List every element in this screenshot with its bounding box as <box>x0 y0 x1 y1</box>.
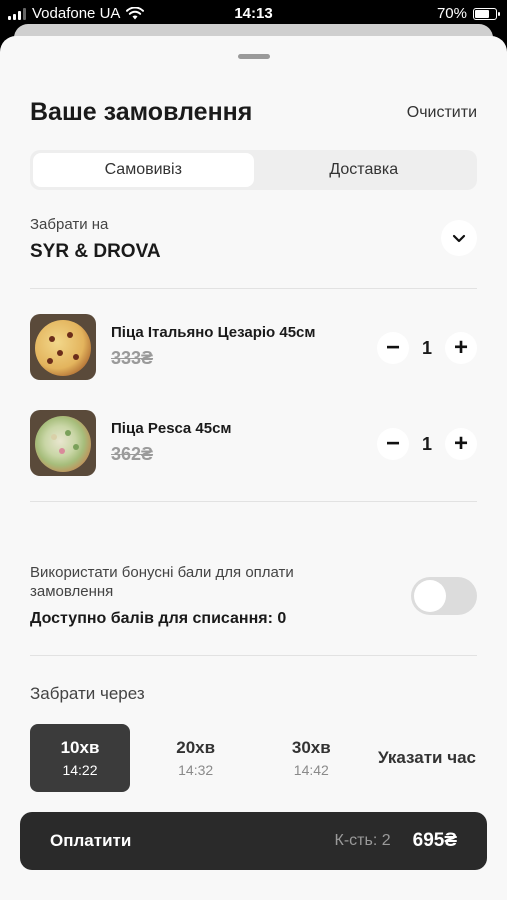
tab-pickup[interactable]: Самовивіз <box>33 153 254 187</box>
pay-label: Оплатити <box>50 831 132 850</box>
item-quantity: 1 <box>421 337 432 358</box>
time-option-10[interactable]: 10хв 14:22 <box>30 724 130 792</box>
time-option-30[interactable]: 30хв 14:42 <box>261 724 361 792</box>
status-time: 14:13 <box>234 5 273 22</box>
pickup-time-label: Забрати через <box>30 684 145 703</box>
bonus-available: Доступно балів для списання: 0 <box>30 610 287 627</box>
sheet-grabber[interactable] <box>238 54 270 59</box>
divider <box>30 655 477 656</box>
quantity-stepper: − 1 + <box>377 332 477 364</box>
pickup-label: Забрати на <box>30 216 109 233</box>
pickup-time-options: 10хв 14:22 20хв 14:32 30хв 14:42 Указати… <box>30 724 477 792</box>
pizza-italiano-image <box>30 314 96 380</box>
time-option-label: 20хв <box>176 738 216 757</box>
cart-item: Піца Італьяно Цезаріо 45см 333₴ − 1 + <box>30 314 477 380</box>
page-title: Ваше замовлення <box>30 98 253 126</box>
increase-button[interactable]: + <box>445 428 477 460</box>
item-price: 362₴ <box>111 444 154 464</box>
header: Ваше замовлення Очистити <box>30 98 477 127</box>
divider <box>30 288 477 289</box>
pizza-pesca-image <box>30 410 96 476</box>
item-quantity: 1 <box>421 433 432 454</box>
order-count: К-сть: 2 <box>334 832 391 849</box>
item-price: 333₴ <box>111 348 154 368</box>
increase-button[interactable]: + <box>445 332 477 364</box>
cart-item: Піца Pesca 45см 362₴ − 1 + <box>30 410 477 476</box>
battery-percent: 70% <box>436 5 467 22</box>
chevron-down-icon <box>452 234 466 242</box>
decrease-button[interactable]: − <box>377 428 409 460</box>
time-option-clock: 14:32 <box>178 762 214 778</box>
battery-fill <box>475 9 489 18</box>
pickup-dropdown-button[interactable] <box>441 220 477 256</box>
time-option-label: 10хв <box>60 738 100 757</box>
time-option-clock: 14:22 <box>62 762 98 778</box>
pay-button[interactable]: Оплатити К-сть: 2 695₴ <box>20 812 487 870</box>
status-right: 70% <box>436 5 500 22</box>
toggle-knob <box>414 580 446 612</box>
battery-icon <box>473 7 500 20</box>
order-total: 695₴ <box>412 830 457 851</box>
divider <box>30 501 477 502</box>
time-option-label: Указати час <box>377 748 476 767</box>
decrease-button[interactable]: − <box>377 332 409 364</box>
order-sheet: Ваше замовлення Очистити Самовивіз Доста… <box>0 36 507 900</box>
pickup-place: SYR & DROVA <box>30 241 161 262</box>
quantity-stepper: − 1 + <box>377 428 477 460</box>
time-option-clock: 14:42 <box>293 762 329 778</box>
bonus-description: Використати бонусні бали для оплати замо… <box>30 564 294 600</box>
time-option-label: 30хв <box>291 738 331 757</box>
bonus-toggle[interactable] <box>411 577 477 615</box>
item-name: Піца Італьяно Цезаріо 45см <box>111 324 316 341</box>
time-option-20[interactable]: 20хв 14:32 <box>146 724 246 792</box>
delivery-mode-tabs: Самовивіз Доставка <box>30 150 477 190</box>
tab-delivery[interactable]: Доставка <box>254 153 475 187</box>
time-option-custom[interactable]: Указати час <box>377 724 477 792</box>
item-name: Піца Pesca 45см <box>111 420 232 437</box>
clear-button[interactable]: Очистити <box>407 104 477 122</box>
